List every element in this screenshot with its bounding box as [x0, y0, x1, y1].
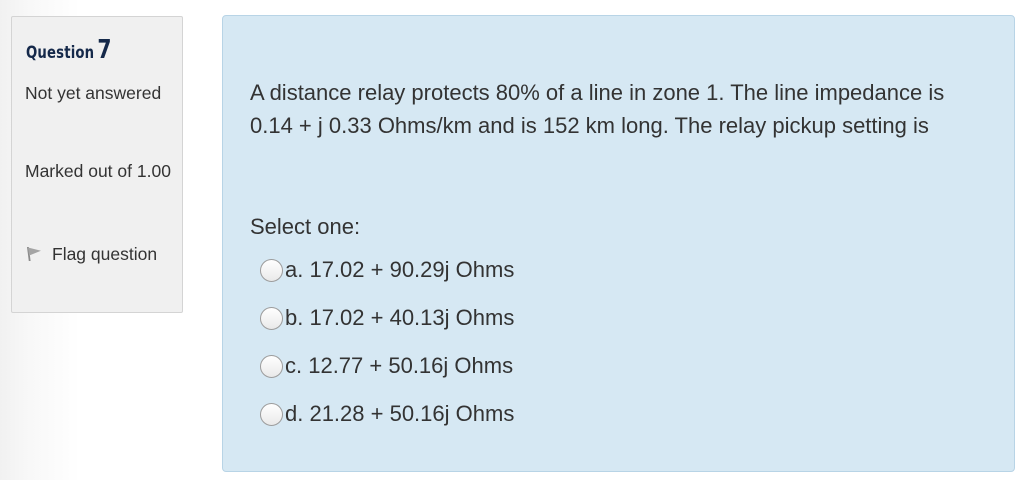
question-label: Question: [26, 43, 95, 63]
flag-icon: [25, 240, 43, 261]
answer-option-b[interactable]: b. 17.02 + 40.13j Ohms: [260, 303, 514, 351]
question-state: Not yet answered: [25, 83, 162, 103]
question-number: 7: [97, 35, 112, 65]
answer-option-d[interactable]: d. 21.28 + 50.16j Ohms: [260, 399, 514, 447]
question-content-panel: A distance relay protects 80% of a line …: [222, 15, 1015, 472]
radio-button-d[interactable]: [260, 403, 283, 426]
question-info-panel: Question 7 Not yet answered Marked out of…: [11, 16, 183, 313]
radio-button-a[interactable]: [260, 259, 283, 282]
answer-label-b[interactable]: b. 17.02 + 40.13j Ohms: [285, 305, 514, 330]
question-heading: Question 7: [26, 35, 112, 65]
answer-label-c[interactable]: c. 12.77 + 50.16j Ohms: [285, 353, 513, 378]
flag-question-label: Flag question: [52, 244, 158, 264]
answer-option-a[interactable]: a. 17.02 + 90.29j Ohms: [260, 255, 514, 303]
flag-question-link[interactable]: Flag question: [25, 238, 165, 271]
question-grade: Marked out of 1.00: [25, 161, 171, 181]
answer-label-a[interactable]: a. 17.02 + 90.29j Ohms: [285, 257, 514, 282]
question-text: A distance relay protects 80% of a line …: [250, 80, 945, 138]
radio-button-b[interactable]: [260, 307, 283, 330]
answer-options: a. 17.02 + 90.29j Ohms b. 17.02 + 40.13j…: [260, 255, 514, 447]
answer-option-c[interactable]: c. 12.77 + 50.16j Ohms: [260, 351, 514, 399]
answer-label-d[interactable]: d. 21.28 + 50.16j Ohms: [285, 401, 514, 426]
answer-prompt: Select one:: [250, 214, 361, 239]
radio-button-c[interactable]: [260, 355, 283, 378]
